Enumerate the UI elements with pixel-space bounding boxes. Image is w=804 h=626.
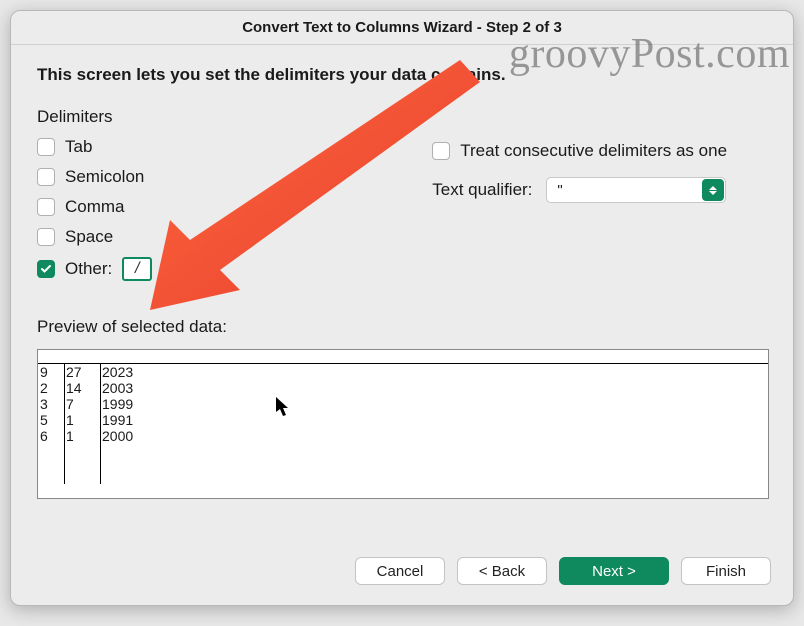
text-to-columns-dialog: Convert Text to Columns Wizard - Step 2 … [10,10,794,606]
preview-cell: 27 [64,364,100,380]
instruction-text: This screen lets you set the delimiters … [37,65,767,85]
preview-cell: 2000 [100,428,160,444]
other-checkbox[interactable] [37,260,55,278]
text-qualifier-row: Text qualifier: " [432,177,727,203]
table-row: 9 27 2023 [38,364,160,380]
other-delimiter-input[interactable] [122,257,152,281]
table-row: 6 1 2000 [38,428,160,444]
tab-checkbox-row[interactable]: Tab [37,137,152,157]
preview-label: Preview of selected data: [37,317,767,337]
space-checkbox-row[interactable]: Space [37,227,152,247]
dialog-button-bar: Cancel < Back Next > Finish [11,549,793,605]
dialog-titlebar: Convert Text to Columns Wizard - Step 2 … [11,11,793,45]
dialog-content: This screen lets you set the delimiters … [11,45,793,549]
treat-consecutive-checkbox[interactable] [432,142,450,160]
preview-cell: 1999 [100,396,160,412]
text-qualifier-select[interactable]: " [546,177,726,203]
preview-rows: 9 27 2023 2 14 2003 3 7 1999 5 1 199 [38,364,160,444]
treat-consecutive-row[interactable]: Treat consecutive delimiters as one [432,141,727,161]
table-row: 3 7 1999 [38,396,160,412]
preview-cell: 6 [38,428,64,444]
comma-checkbox-row[interactable]: Comma [37,197,152,217]
preview-cell: 1991 [100,412,160,428]
space-label: Space [65,227,113,247]
preview-cell: 5 [38,412,64,428]
delimiter-options-column: Treat consecutive delimiters as one Text… [432,137,727,281]
cancel-button[interactable]: Cancel [355,557,445,585]
delimiter-block: Tab Semicolon Comma [37,137,767,281]
next-button[interactable]: Next > [559,557,669,585]
preview-cell: 3 [38,396,64,412]
comma-label: Comma [65,197,125,217]
treat-consecutive-label: Treat consecutive delimiters as one [460,141,727,161]
tab-label: Tab [65,137,92,157]
semicolon-label: Semicolon [65,167,144,187]
preview-cell: 14 [64,380,100,396]
preview-cell: 1 [64,428,100,444]
semicolon-checkbox[interactable] [37,168,55,186]
preview-cell: 2003 [100,380,160,396]
table-row: 5 1 1991 [38,412,160,428]
other-label: Other: [65,259,112,279]
delimiters-label: Delimiters [37,107,767,127]
preview-cell: 1 [64,412,100,428]
tab-checkbox[interactable] [37,138,55,156]
preview-cell: 2023 [100,364,160,380]
comma-checkbox[interactable] [37,198,55,216]
back-button[interactable]: < Back [457,557,547,585]
text-qualifier-label: Text qualifier: [432,180,532,200]
space-checkbox[interactable] [37,228,55,246]
text-qualifier-value: " [557,182,562,199]
preview-cell: 7 [64,396,100,412]
table-row: 2 14 2003 [38,380,160,396]
chevron-updown-icon [702,179,724,201]
other-checkbox-row[interactable]: Other: [37,257,152,281]
preview-cell: 9 [38,364,64,380]
finish-button[interactable]: Finish [681,557,771,585]
preview-cell: 2 [38,380,64,396]
data-preview-box: 9 27 2023 2 14 2003 3 7 1999 5 1 199 [37,349,769,499]
delimiter-checkbox-column: Tab Semicolon Comma [37,137,152,281]
dialog-title: Convert Text to Columns Wizard - Step 2 … [242,19,562,36]
semicolon-checkbox-row[interactable]: Semicolon [37,167,152,187]
